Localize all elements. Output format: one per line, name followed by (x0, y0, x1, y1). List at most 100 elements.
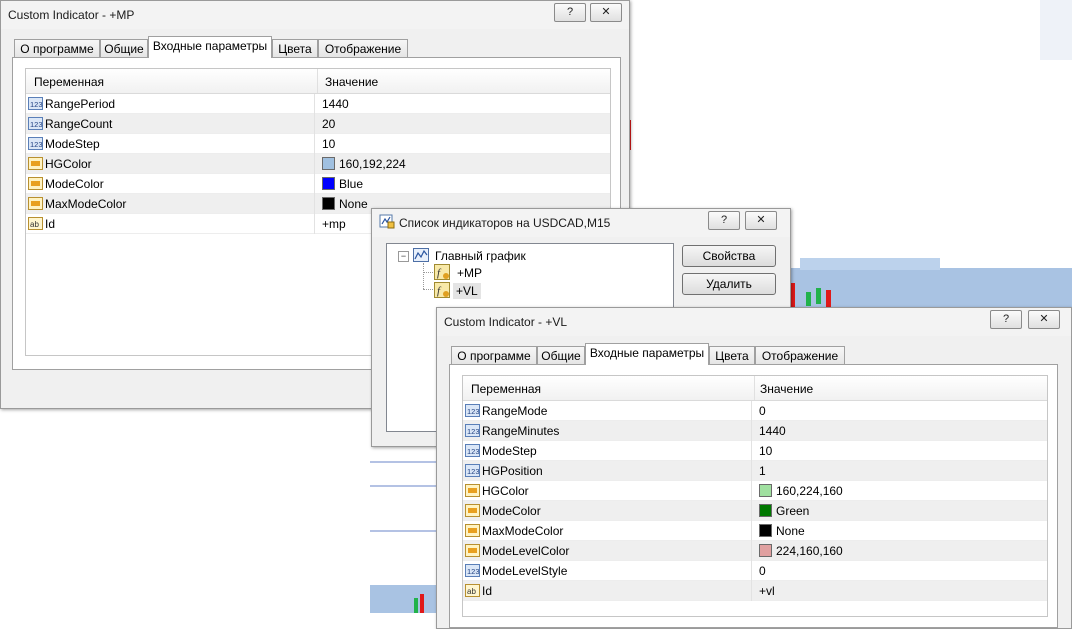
help-button[interactable]: ? (554, 3, 586, 22)
tab-display[interactable]: Отображение (318, 39, 408, 58)
color-swatch (759, 544, 772, 557)
string-icon: ab (465, 583, 480, 598)
help-button[interactable]: ? (708, 211, 740, 230)
tab-strip: О программе Общие Входные параметры Цвет… (451, 343, 1051, 366)
dialog-indicator-vl: Custom Indicator - +VL ? ✕ О программе О… (436, 307, 1072, 629)
param-name: HGColor (482, 484, 529, 498)
param-value[interactable]: +mp (322, 217, 346, 231)
color-swatch (759, 504, 772, 517)
tree-item-vl[interactable]: +VL (453, 283, 481, 299)
tab-inputs[interactable]: Входные параметры (585, 343, 709, 365)
param-value[interactable]: 20 (322, 117, 335, 131)
param-value[interactable]: None (776, 524, 805, 538)
param-name: RangeMinutes (482, 424, 560, 438)
int-icon: 123 (465, 463, 480, 478)
custom-indicator-icon: f (434, 264, 450, 280)
param-row[interactable]: 123 RangePeriod 1440 (26, 94, 610, 114)
param-row[interactable]: 123 RangeMode 0 (463, 401, 1047, 421)
tab-about[interactable]: О программе (451, 346, 537, 365)
color-icon (465, 483, 480, 498)
int-icon: 123 (28, 96, 43, 111)
param-name: Id (45, 217, 56, 231)
svg-text:123: 123 (467, 567, 480, 576)
param-value[interactable]: 0 (759, 564, 766, 578)
tab-display[interactable]: Отображение (755, 346, 845, 365)
header-value[interactable]: Значение (760, 382, 813, 396)
color-swatch (322, 197, 335, 210)
close-button[interactable]: ✕ (590, 3, 622, 22)
param-row[interactable]: HGColor 160,192,224 (26, 154, 610, 174)
param-row[interactable]: ModeColor Blue (26, 174, 610, 194)
color-icon (465, 543, 480, 558)
int-icon: 123 (465, 403, 480, 418)
param-name: RangeCount (45, 117, 113, 131)
color-icon (28, 176, 43, 191)
param-row[interactable]: ab Id +vl (463, 581, 1047, 601)
param-row[interactable]: ModeColor Green (463, 501, 1047, 521)
tab-common[interactable]: Общие (537, 346, 585, 365)
param-name: ModeColor (45, 177, 104, 191)
param-row[interactable]: 123 RangeCount 20 (26, 114, 610, 134)
color-swatch (759, 484, 772, 497)
param-value[interactable]: +vl (759, 584, 775, 598)
param-name: RangeMode (482, 404, 548, 418)
param-name: ModeColor (482, 504, 541, 518)
tree-item-mp[interactable]: +MP (457, 266, 482, 280)
param-row[interactable]: 123 RangeMinutes 1440 (463, 421, 1047, 441)
param-row[interactable]: 123 HGPosition 1 (463, 461, 1047, 481)
param-row[interactable]: HGColor 160,224,160 (463, 481, 1047, 501)
close-button[interactable]: ✕ (1028, 310, 1060, 329)
param-row[interactable]: MaxModeColor None (463, 521, 1047, 541)
color-icon (28, 196, 43, 211)
tab-common[interactable]: Общие (100, 39, 148, 58)
volume-profile (780, 268, 1072, 308)
params-grid: Переменная Значение 123 RangeMode 0 123 Rang… (462, 375, 1048, 617)
header-variable[interactable]: Переменная (471, 382, 541, 396)
tree-root-label[interactable]: Главный график (435, 249, 526, 263)
param-value[interactable]: Blue (339, 177, 363, 191)
param-row[interactable]: ModeLevelColor 224,160,160 (463, 541, 1047, 561)
tab-about[interactable]: О программе (14, 39, 100, 58)
param-value[interactable]: 160,224,160 (776, 484, 843, 498)
param-value[interactable]: 10 (759, 444, 772, 458)
int-icon: 123 (465, 563, 480, 578)
help-button[interactable]: ? (990, 310, 1022, 329)
string-icon: ab (28, 216, 43, 231)
dialog-titlebar: Список индикаторов на USDCAD,M15 ? ✕ (372, 209, 790, 237)
param-value[interactable]: None (339, 197, 368, 211)
svg-text:123: 123 (30, 120, 43, 129)
param-value[interactable]: 0 (759, 404, 766, 418)
param-value[interactable]: 1 (759, 464, 766, 478)
param-row[interactable]: 123 ModeStep 10 (463, 441, 1047, 461)
param-value[interactable]: 1440 (322, 97, 349, 111)
svg-text:123: 123 (30, 100, 43, 109)
tab-colors[interactable]: Цвета (272, 39, 318, 58)
chart-icon (413, 248, 429, 262)
tab-colors[interactable]: Цвета (709, 346, 755, 365)
param-value[interactable]: 224,160,160 (776, 544, 843, 558)
svg-text:ab: ab (467, 587, 476, 596)
param-value[interactable]: 10 (322, 137, 335, 151)
tab-inputs[interactable]: Входные параметры (148, 36, 272, 58)
param-value[interactable]: 1440 (759, 424, 786, 438)
volume-profile (370, 585, 440, 613)
param-name: ModeLevelColor (482, 544, 570, 558)
properties-button[interactable]: Свойства (682, 245, 776, 267)
color-icon (465, 523, 480, 538)
param-row[interactable]: 123 ModeStep 10 (26, 134, 610, 154)
color-icon (28, 156, 43, 171)
tree-line (423, 289, 433, 290)
tree-expander[interactable]: − (398, 251, 409, 262)
svg-text:123: 123 (467, 447, 480, 456)
close-button[interactable]: ✕ (745, 211, 777, 230)
dialog-title: Custom Indicator - +MP (8, 8, 135, 22)
param-value[interactable]: 160,192,224 (339, 157, 406, 171)
int-icon: 123 (465, 443, 480, 458)
param-value[interactable]: Green (776, 504, 809, 518)
header-variable[interactable]: Переменная (34, 75, 104, 89)
param-row[interactable]: 123 ModeLevelStyle 0 (463, 561, 1047, 581)
volume-profile (1040, 0, 1072, 60)
param-name: MaxModeColor (45, 197, 127, 211)
header-value[interactable]: Значение (325, 75, 378, 89)
delete-button[interactable]: Удалить (682, 273, 776, 295)
